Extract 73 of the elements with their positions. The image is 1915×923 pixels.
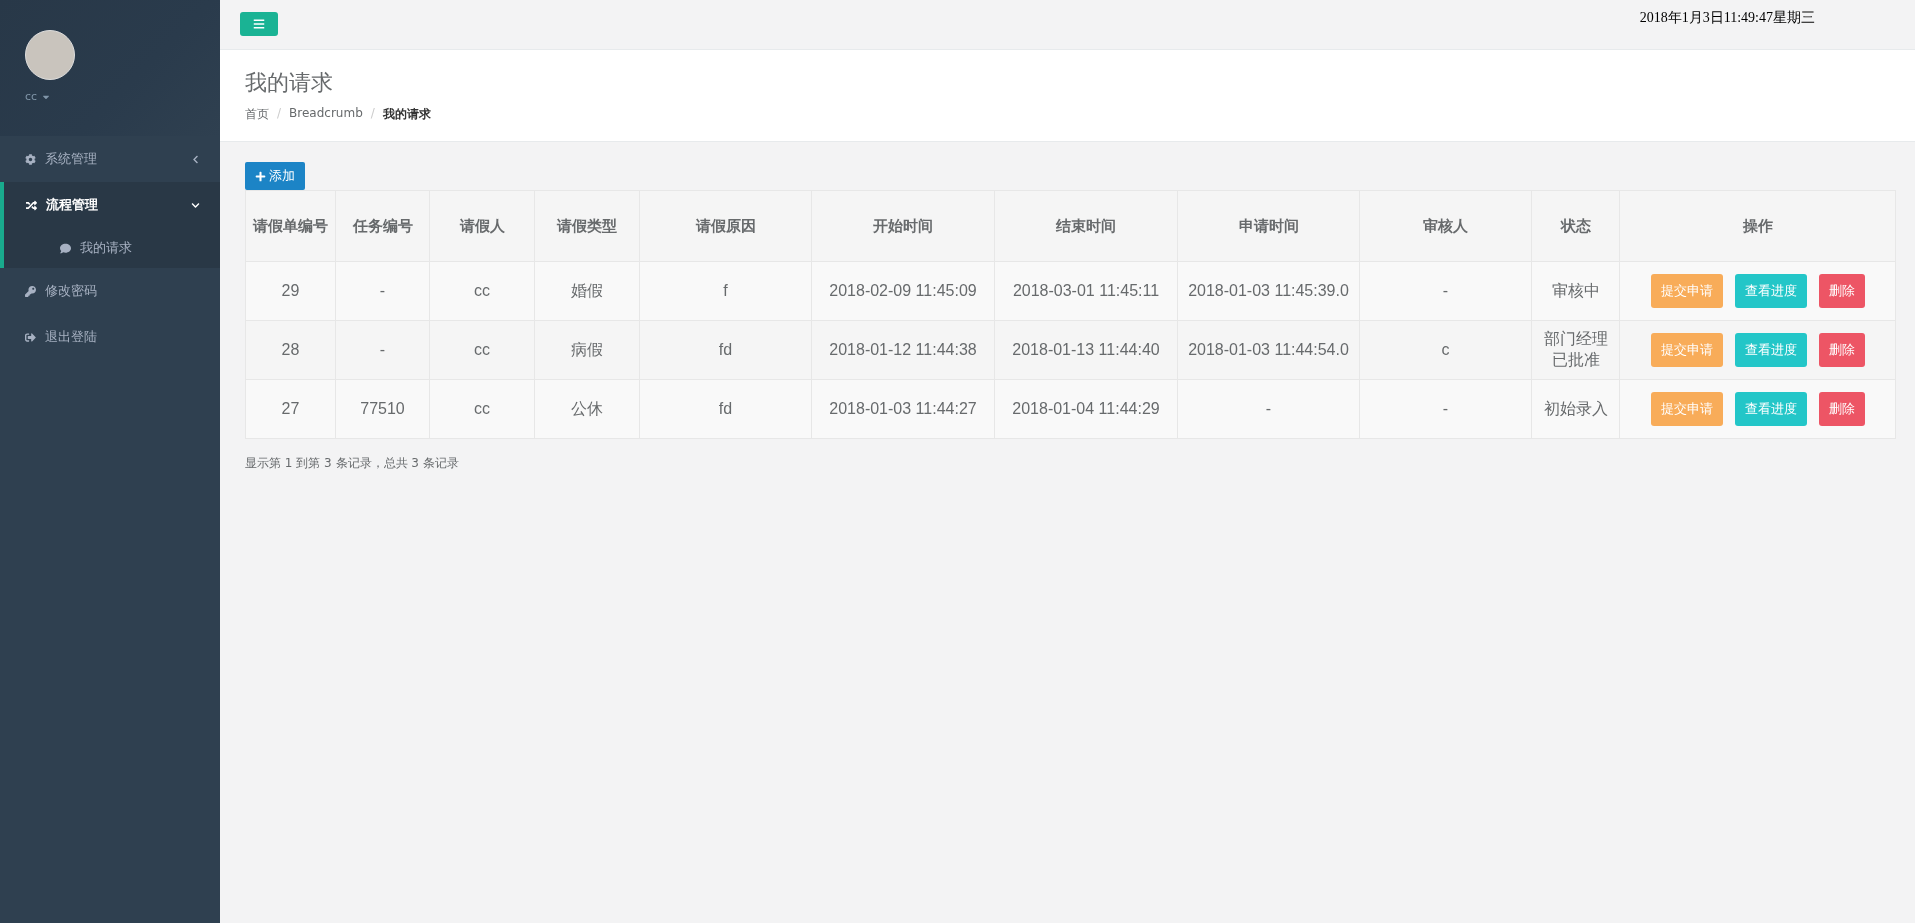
- table-cell: -: [335, 261, 430, 321]
- table-cell: 77510: [335, 379, 430, 439]
- nav-item[interactable]: 退出登陆: [0, 314, 220, 360]
- speech-bubble-icon: [60, 242, 71, 254]
- column-header: 操作: [1619, 190, 1896, 262]
- add-button[interactable]: 添加: [245, 162, 305, 190]
- nav-item[interactable]: 流程管理: [0, 182, 220, 228]
- table-cell: -: [1359, 261, 1532, 321]
- chevron-left-icon: [191, 154, 200, 164]
- breadcrumb-link[interactable]: Breadcrumb: [289, 106, 363, 123]
- action-button[interactable]: 删除: [1818, 392, 1865, 426]
- table-cell: 2018-01-04 11:44:29: [994, 379, 1178, 439]
- gear-icon: [25, 153, 36, 165]
- table-cell: 2018-01-03 11:44:54.0: [1177, 320, 1360, 380]
- breadcrumb-link[interactable]: 首页: [245, 106, 269, 123]
- nav-subitem[interactable]: 我的请求: [0, 228, 220, 268]
- nav-item[interactable]: 修改密码: [0, 268, 220, 314]
- column-header: 状态: [1531, 190, 1620, 262]
- table-cell: -: [1177, 379, 1360, 439]
- table-cell: fd: [639, 379, 812, 439]
- nav-item[interactable]: 系统管理: [0, 136, 220, 182]
- user-menu[interactable]: cc: [25, 90, 220, 103]
- column-header: 开始时间: [811, 190, 995, 262]
- table-cell: fd: [639, 320, 812, 380]
- table-cell: c: [1359, 320, 1532, 380]
- breadcrumb-separator: /: [370, 106, 375, 122]
- table-cell: 公休: [534, 379, 640, 439]
- column-header: 审核人: [1359, 190, 1532, 262]
- menu-icon: [253, 18, 265, 30]
- table-cell: cc: [429, 379, 535, 439]
- table-cell: 2018-01-12 11:44:38: [811, 320, 995, 380]
- avatar: [25, 30, 75, 80]
- breadcrumb-separator: /: [277, 106, 282, 122]
- key-icon: [25, 285, 36, 297]
- page-title: 我的请求: [245, 69, 334, 97]
- table-cell: 2018-01-03 11:44:27: [811, 379, 995, 439]
- sign-out-icon: [25, 331, 36, 343]
- table-cell: 2018-02-09 11:45:09: [811, 261, 995, 321]
- table-cell: -: [335, 320, 430, 380]
- column-header: 申请时间: [1177, 190, 1360, 262]
- action-button[interactable]: 查看进度: [1734, 392, 1807, 426]
- datetime: 2018年1月3日11:49:47星期三: [1639, 9, 1815, 27]
- action-button[interactable]: 查看进度: [1734, 333, 1807, 367]
- action-button[interactable]: 查看进度: [1734, 274, 1807, 308]
- chevron-down-icon: [191, 200, 200, 210]
- table-cell: 2018-01-13 11:44:40: [994, 320, 1178, 380]
- column-header: 请假单编号: [245, 190, 336, 262]
- pagination-info: 显示第 1 到第 3 条记录，总共 3 条记录: [245, 455, 460, 472]
- table-cell: 2018-03-01 11:45:11: [994, 261, 1178, 321]
- table-cell: 审核中: [1531, 261, 1620, 321]
- action-button[interactable]: 删除: [1818, 274, 1865, 308]
- breadcrumb-link[interactable]: 我的请求: [382, 106, 431, 123]
- action-button[interactable]: 删除: [1818, 333, 1865, 367]
- column-header: 任务编号: [335, 190, 430, 262]
- table-cell: 部门经理已批准: [1531, 320, 1620, 380]
- shuffle-icon: [26, 199, 37, 211]
- table-cell: 29: [245, 261, 336, 321]
- table-cell: 病假: [534, 320, 640, 380]
- plus-icon: [255, 170, 266, 182]
- column-header: 结束时间: [994, 190, 1178, 262]
- table-cell: 2018-01-03 11:45:39.0: [1177, 261, 1360, 321]
- table-cell: 婚假: [534, 261, 640, 321]
- table-cell: 28: [245, 320, 336, 380]
- table-cell: 27: [245, 379, 336, 439]
- table-cell: cc: [429, 320, 535, 380]
- menu-button[interactable]: [240, 12, 278, 36]
- column-header: 请假原因: [639, 190, 812, 262]
- table-cell: cc: [429, 261, 535, 321]
- table-cell: f: [639, 261, 812, 321]
- table-cell: -: [1359, 379, 1532, 439]
- column-header: 请假人: [429, 190, 535, 262]
- column-header: 请假类型: [534, 190, 640, 262]
- table-cell: 初始录入: [1531, 379, 1620, 439]
